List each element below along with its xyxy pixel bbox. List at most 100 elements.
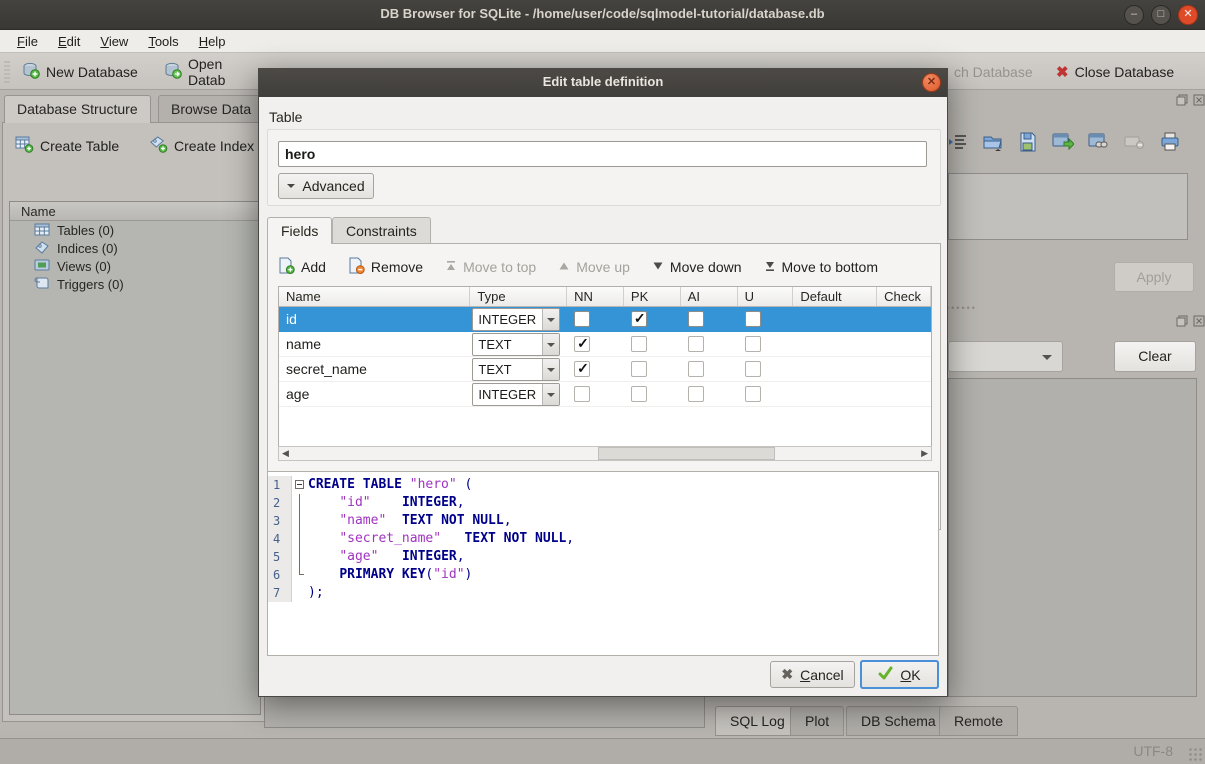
- tab-fields[interactable]: Fields: [267, 217, 332, 244]
- field-row-age[interactable]: ageINTEGER: [279, 382, 931, 407]
- link-icon[interactable]: [1088, 133, 1110, 154]
- chevron-down-icon[interactable]: [542, 384, 559, 405]
- pk-checkbox[interactable]: [631, 386, 647, 402]
- close-icon[interactable]: ✕: [1178, 5, 1198, 25]
- field-name-cell[interactable]: name: [279, 332, 470, 356]
- tree-header-name[interactable]: Name: [10, 202, 260, 221]
- indent-icon[interactable]: [948, 133, 968, 154]
- close-dock-icon[interactable]: [1193, 315, 1205, 327]
- ai-checkbox[interactable]: [688, 336, 704, 352]
- nn-checkbox[interactable]: [574, 386, 590, 402]
- toolbar-grip[interactable]: [4, 61, 10, 83]
- open-database-button[interactable]: Open Datab: [158, 58, 258, 85]
- set-null-icon[interactable]: [1124, 134, 1146, 153]
- tree-item-tables[interactable]: Tables (0): [10, 221, 260, 239]
- create-table-button[interactable]: Create Table: [15, 133, 119, 159]
- default-cell[interactable]: [793, 307, 877, 331]
- fold-margin[interactable]: [292, 584, 308, 602]
- sql-preview[interactable]: 1CREATE TABLE "hero" (2 "id" INTEGER,3 "…: [267, 471, 939, 656]
- minimize-icon[interactable]: –: [1124, 5, 1144, 25]
- dialog-close-icon[interactable]: ✕: [922, 73, 941, 92]
- check-cell[interactable]: [877, 382, 931, 406]
- scrollbar-thumb[interactable]: [598, 447, 774, 460]
- bottom-tab-db-schema[interactable]: DB Schema: [846, 706, 951, 736]
- fold-margin[interactable]: [292, 530, 308, 548]
- menu-item-tools[interactable]: Tools: [139, 32, 187, 51]
- field-row-secret_name[interactable]: secret_nameTEXT: [279, 357, 931, 382]
- add-button[interactable]: Add: [278, 257, 326, 277]
- nn-checkbox[interactable]: [574, 311, 590, 327]
- export-icon[interactable]: [1052, 133, 1074, 154]
- sql-log-area[interactable]: [948, 378, 1197, 697]
- fold-margin[interactable]: [292, 566, 308, 584]
- advanced-button[interactable]: Advanced: [278, 173, 374, 199]
- nn-checkbox[interactable]: [574, 361, 590, 377]
- pk-checkbox[interactable]: [631, 361, 647, 377]
- create-index-button[interactable]: Create Index: [149, 133, 254, 159]
- tree-item-views[interactable]: Views (0): [10, 257, 260, 275]
- column-header-name[interactable]: Name: [279, 287, 470, 306]
- type-combobox[interactable]: TEXT: [472, 358, 560, 381]
- close-database-button[interactable]: ✖ Close Database: [1050, 58, 1180, 85]
- dock-splitter[interactable]: ••••••: [946, 303, 977, 313]
- menu-item-edit[interactable]: Edit: [49, 32, 89, 51]
- bottom-tab-plot[interactable]: Plot: [790, 706, 844, 736]
- ai-checkbox[interactable]: [688, 386, 704, 402]
- ai-checkbox[interactable]: [688, 311, 704, 327]
- chevron-down-icon[interactable]: [542, 334, 559, 355]
- clear-button[interactable]: Clear: [1114, 341, 1196, 372]
- ok-button[interactable]: OK: [860, 660, 939, 689]
- tab-constraints[interactable]: Constraints: [332, 217, 431, 243]
- encoding-label[interactable]: UTF-8: [1133, 743, 1173, 759]
- field-row-id[interactable]: idINTEGER: [279, 307, 931, 332]
- tree-item-indices[interactable]: Indices (0): [10, 239, 260, 257]
- field-name-cell[interactable]: id: [279, 307, 470, 331]
- column-header-u[interactable]: U: [738, 287, 794, 306]
- field-name-cell[interactable]: age: [279, 382, 470, 406]
- remove-button[interactable]: Remove: [348, 257, 423, 277]
- maximize-icon[interactable]: □: [1151, 5, 1171, 25]
- float-dock-icon[interactable]: [1176, 94, 1188, 106]
- resize-grip[interactable]: [1188, 747, 1202, 761]
- move-to-bottom-button[interactable]: Move to bottom: [764, 259, 879, 275]
- check-cell[interactable]: [877, 332, 931, 356]
- dialog-titlebar[interactable]: Edit table definition ✕: [259, 69, 947, 97]
- default-cell[interactable]: [793, 332, 877, 356]
- scroll-right-icon[interactable]: ▶: [921, 448, 928, 459]
- default-cell[interactable]: [793, 382, 877, 406]
- import-icon[interactable]: [982, 132, 1004, 155]
- window-titlebar[interactable]: DB Browser for SQLite - /home/user/code/…: [0, 0, 1205, 30]
- default-cell[interactable]: [793, 357, 877, 381]
- field-name-cell[interactable]: secret_name: [279, 357, 470, 381]
- table-name-input[interactable]: [278, 141, 927, 167]
- column-header-default[interactable]: Default: [793, 287, 877, 306]
- cancel-button[interactable]: ✖ Cancel: [770, 661, 855, 688]
- type-combobox[interactable]: TEXT: [472, 333, 560, 356]
- pk-checkbox[interactable]: [631, 336, 647, 352]
- check-cell[interactable]: [877, 307, 931, 331]
- column-header-check[interactable]: Check: [877, 287, 931, 306]
- u-checkbox[interactable]: [745, 386, 761, 402]
- nn-checkbox[interactable]: [574, 336, 590, 352]
- column-header-nn[interactable]: NN: [567, 287, 624, 306]
- save-icon[interactable]: [1018, 132, 1038, 155]
- check-cell[interactable]: [877, 357, 931, 381]
- column-header-ai[interactable]: AI: [681, 287, 738, 306]
- u-checkbox[interactable]: [745, 361, 761, 377]
- column-header-pk[interactable]: PK: [624, 287, 681, 306]
- chevron-down-icon[interactable]: [542, 359, 559, 380]
- menu-item-file[interactable]: File: [8, 32, 47, 51]
- ai-checkbox[interactable]: [688, 361, 704, 377]
- u-checkbox[interactable]: [745, 311, 761, 327]
- menu-item-view[interactable]: View: [91, 32, 137, 51]
- bottom-tab-remote[interactable]: Remote: [939, 706, 1018, 736]
- chevron-down-icon[interactable]: [542, 309, 559, 330]
- fold-margin[interactable]: [292, 494, 308, 512]
- fold-margin[interactable]: [292, 476, 308, 494]
- cell-editor-area[interactable]: [948, 173, 1188, 240]
- new-database-button[interactable]: New Database: [16, 58, 144, 85]
- fold-margin[interactable]: [292, 548, 308, 566]
- type-combobox[interactable]: INTEGER: [472, 308, 560, 331]
- field-row-name[interactable]: nameTEXT: [279, 332, 931, 357]
- fields-grid-hscrollbar[interactable]: ◀ ▶: [278, 446, 932, 461]
